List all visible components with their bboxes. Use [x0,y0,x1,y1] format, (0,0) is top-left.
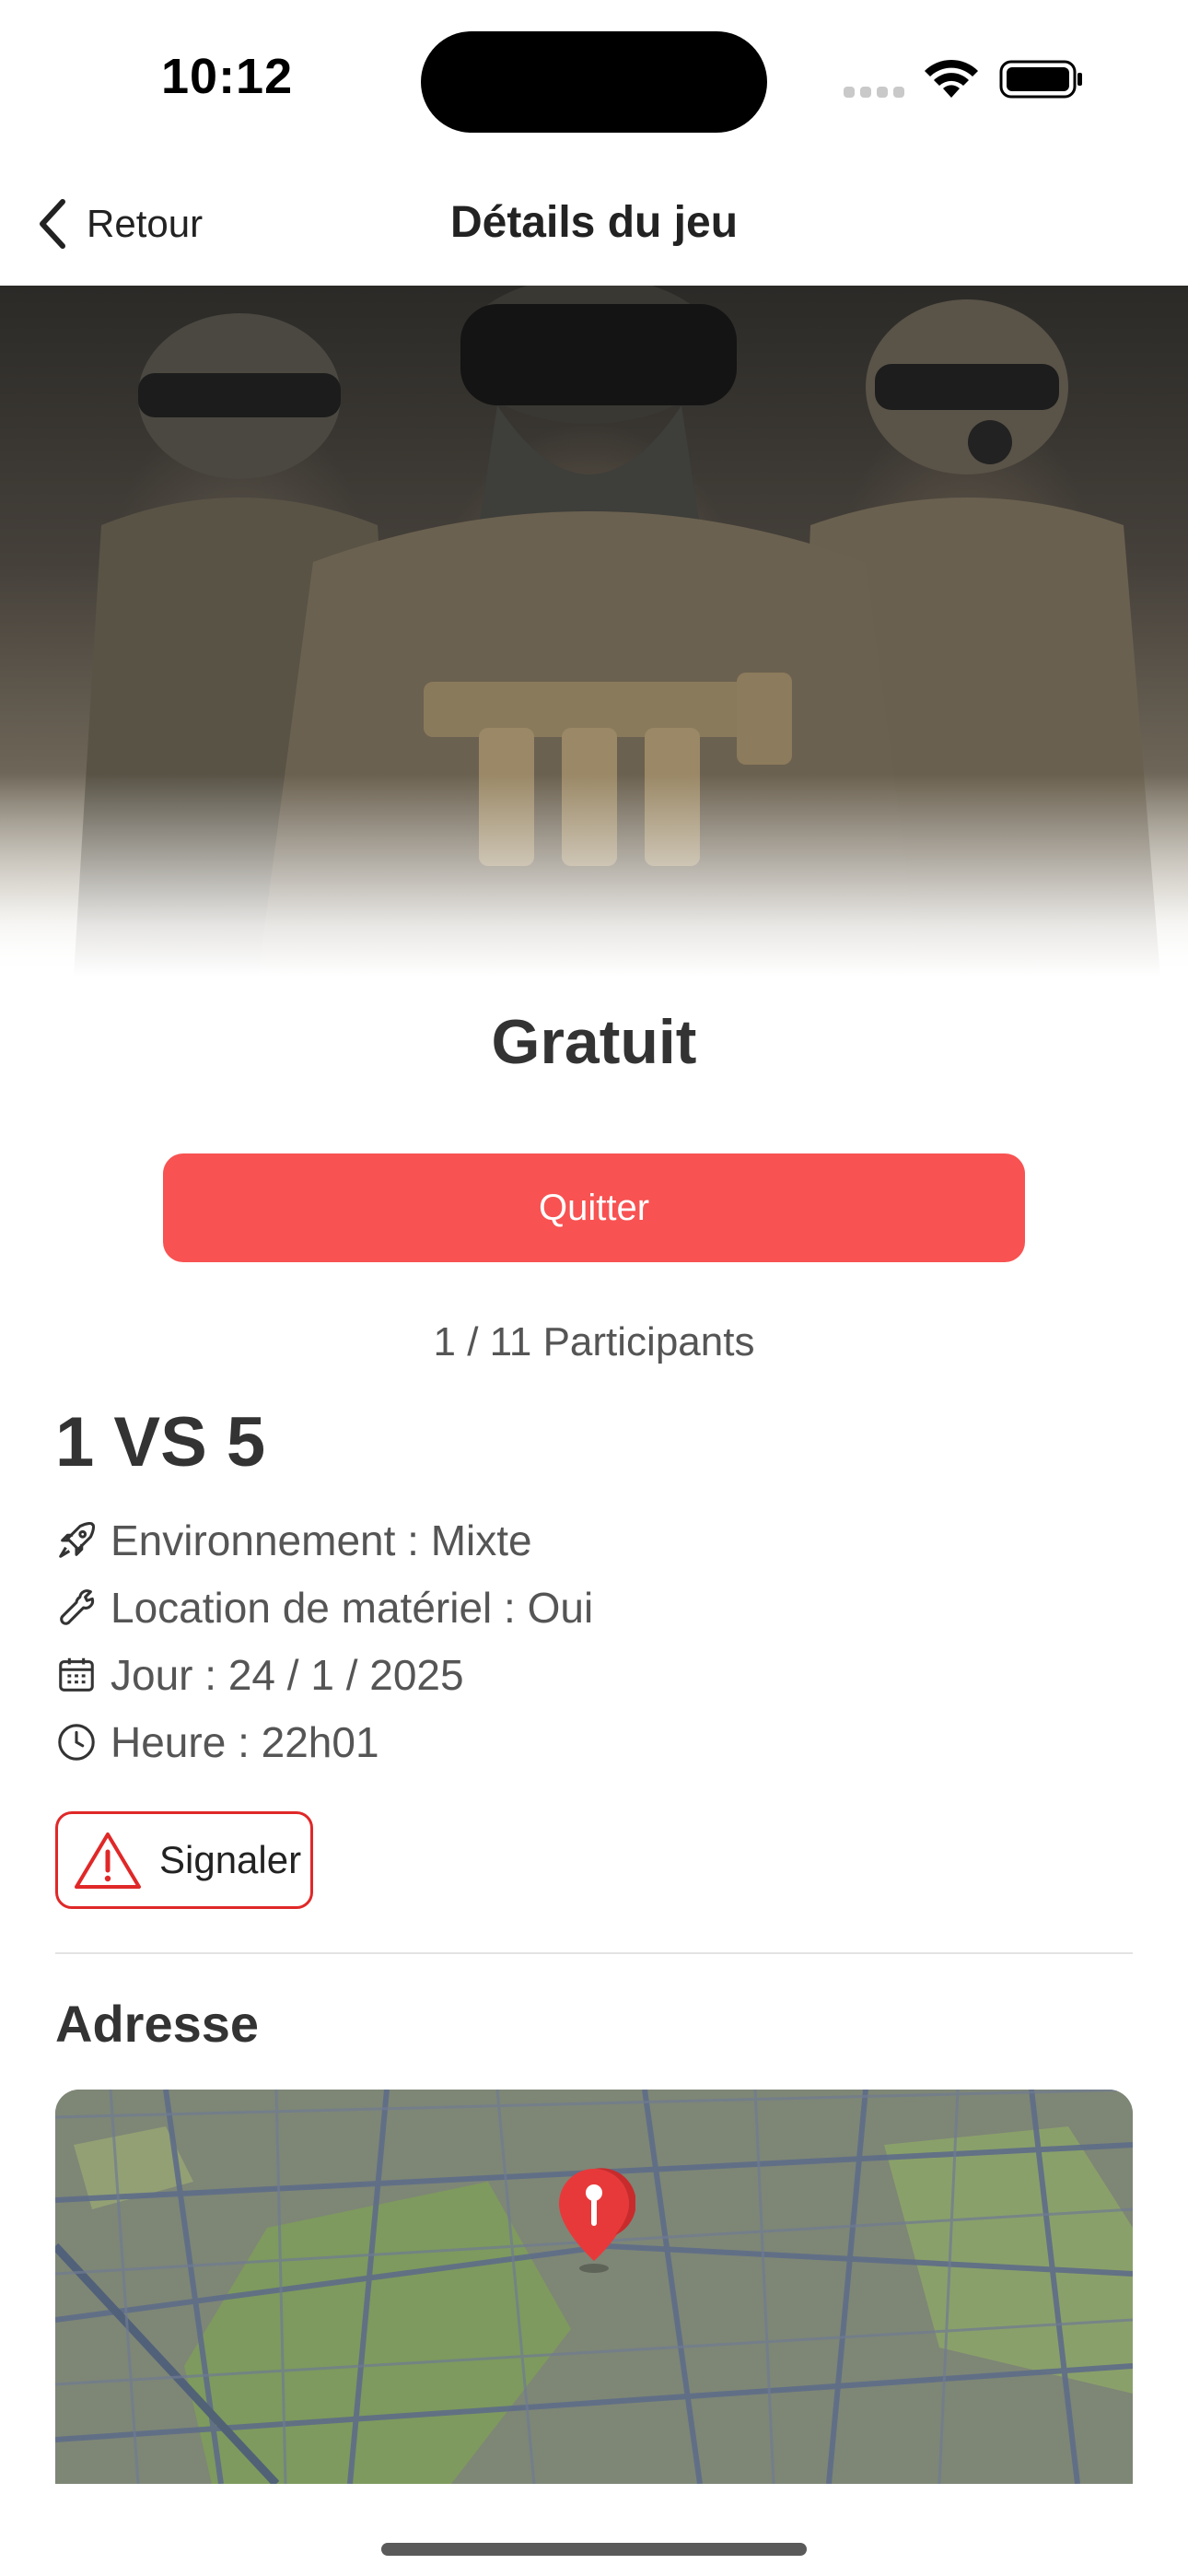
section-divider [55,1952,1133,1954]
warning-icon [75,1832,141,1889]
home-indicator[interactable] [381,2543,807,2556]
calendar-icon [59,1657,94,1692]
dynamic-island [421,31,767,133]
wrench-icon [60,1589,95,1625]
detail-environment-text: Environnement : Mixte [111,1516,532,1564]
detail-time: Heure : 22h01 [55,1717,379,1767]
map-pin-icon [559,2168,635,2273]
wifi-icon [925,59,978,98]
address-title: Adresse [55,1995,260,2053]
detail-date-text: Jour : 24 / 1 / 2025 [111,1651,464,1699]
cellular-icon [844,87,904,98]
quit-button[interactable]: Quitter [163,1153,1025,1262]
price-label: Gratuit [491,1007,697,1077]
detail-equipment-text: Location de matériel : Oui [111,1584,594,1632]
report-button[interactable]: Signaler [55,1811,313,1909]
detail-date: Jour : 24 / 1 / 2025 [55,1650,464,1700]
game-hero-image [0,286,1188,977]
report-label: Signaler [159,1838,302,1881]
detail-time-text: Heure : 22h01 [111,1718,379,1766]
battery-icon [999,60,1082,99]
status-time: 10:12 [161,49,294,104]
game-title: 1 VS 5 [55,1403,266,1481]
page-title: Détails du jeu [449,198,739,247]
rocket-icon [59,1521,96,1558]
clock-icon [58,1724,95,1761]
address-map[interactable] [55,2090,1133,2484]
detail-equipment: Location de matériel : Oui [55,1583,593,1633]
detail-environment: Environnement : Mixte [55,1516,532,1565]
participants-count: 1 / 11 Participants [433,1319,755,1364]
